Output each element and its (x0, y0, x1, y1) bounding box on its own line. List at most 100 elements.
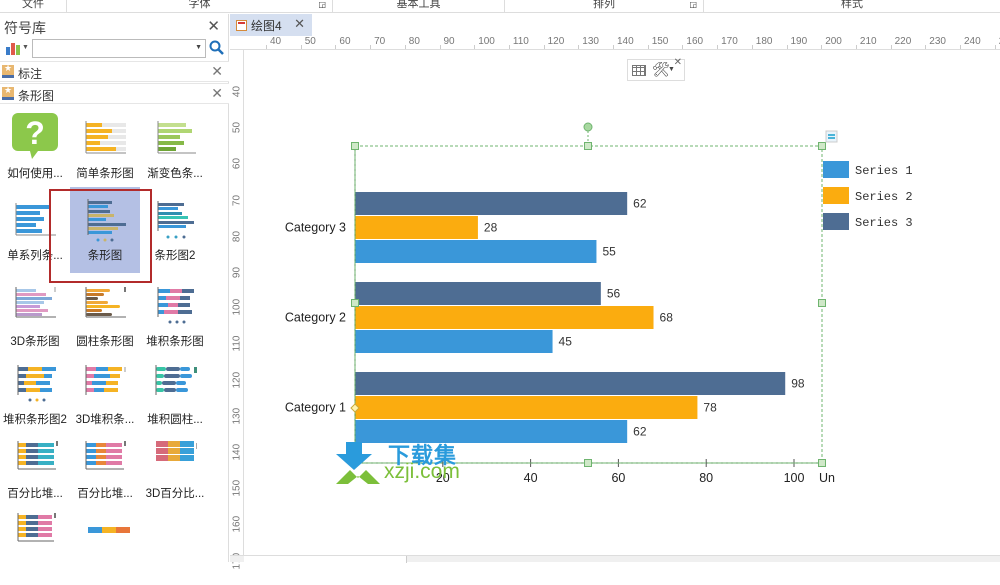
ribbon-group-style[interactable]: 样式 (704, 0, 1000, 12)
ruler-tick-label: 120 (231, 371, 243, 389)
horizontal-scrollbar[interactable] (230, 555, 1000, 563)
shape-label: 堆积条形图 (146, 336, 204, 348)
ruler-tick-label: 170 (721, 36, 738, 47)
library-category-bar-chart[interactable]: 条形图 ✕ (0, 83, 229, 104)
ruler-tick-label: 130 (231, 407, 243, 425)
single-stacked-bar-thumbnail (88, 527, 130, 533)
chevron-down-icon[interactable]: ▼ (22, 44, 29, 51)
gradient-bar-chart-thumbnail (157, 121, 196, 154)
ruler-tick (578, 45, 580, 49)
ruler-tick (890, 45, 892, 49)
ribbon-group-label: 排列 (593, 0, 615, 10)
3d-bar-chart-thumbnail (15, 287, 56, 318)
close-panel-button[interactable]: ✕ (207, 17, 220, 35)
shape-how-to-use[interactable]: ? 如何使用... (0, 105, 70, 191)
symbol-library-panel: 符号库 ✕ ▼ ▼ 标注 ✕ 条形图 ✕ ? 如何使用... 简单条形图 渐变色… (0, 14, 229, 562)
ruler-tick (682, 45, 684, 49)
shape-label: 条形图 (87, 250, 123, 262)
shape-label: 圆柱条形图 (76, 336, 134, 348)
ruler-tick-label: 160 (686, 36, 704, 47)
ruler-tick (821, 45, 823, 49)
ruler-tick-label: 150 (651, 36, 669, 47)
stacked-bar-chart-thumbnail (157, 287, 194, 324)
shape-3d-percent-stacked-bar-chart[interactable]: 3D百分比... (140, 425, 210, 511)
search-field[interactable]: ▼ (32, 39, 206, 58)
ruler-tick-label: 90 (231, 266, 243, 279)
ruler-tick-label: 50 (231, 122, 243, 134)
library-category-annotation[interactable]: 标注 ✕ (0, 61, 229, 82)
ribbon-group-basic-tools[interactable]: 基本工具 (333, 0, 505, 12)
shape-simple-bar-chart[interactable]: 简单条形图 (70, 105, 140, 191)
shape-single-series-bar-chart[interactable]: 单系列条... (0, 187, 70, 273)
ruler-tick (647, 45, 649, 49)
search-icon[interactable] (208, 39, 226, 57)
3d-percent-stacked-bar-chart-thumbnail (156, 441, 197, 461)
ribbon-group-label: 文件 (22, 0, 44, 10)
ribbon-group-arrange[interactable]: 排列 ◲ (505, 0, 704, 12)
library-category-label: 条形图 (18, 89, 55, 103)
search-input[interactable] (33, 40, 183, 57)
ruler-tick-label: 150 (231, 480, 243, 497)
ribbon-group-label: 样式 (841, 0, 863, 10)
chevron-down-icon[interactable]: ▼ (195, 44, 202, 51)
floating-chart-toolbar: 🛠 ▼ ✕ (627, 57, 685, 81)
simple-bar-chart-thumbnail (85, 121, 126, 154)
dialog-launcher-icon[interactable]: ◲ (318, 0, 326, 9)
svg-text:?: ? (25, 115, 45, 151)
shape-label: 3D条形图 (10, 336, 60, 348)
shape-bar-chart[interactable]: 条形图 (70, 187, 140, 273)
tab-drawing-4[interactable]: 绘图4 ✕ (230, 14, 312, 36)
shape-3d-bar-chart[interactable]: 3D条形图 (0, 273, 70, 359)
drawing-canvas[interactable] (245, 51, 1000, 554)
percent-stacked-bar-chart-thumbnail (17, 441, 58, 470)
ribbon-group-font[interactable]: 字体 ◲ (67, 0, 333, 12)
bar-chart-2-thumbnail (157, 201, 194, 239)
shape-bar-chart-2[interactable]: 条形图2 (140, 187, 210, 273)
ruler-tick-label: 80 (231, 230, 243, 242)
ribbon-group-file[interactable]: 文件 (0, 0, 67, 12)
dialog-launcher-icon[interactable]: ◲ (689, 0, 697, 9)
ruler-tick-label: 160 (231, 516, 243, 533)
ruler-tick-label: 140 (617, 36, 634, 47)
cylinder-bar-chart-thumbnail (85, 287, 126, 318)
horizontal-ruler: 40 50 60 70 80 90 100 110 120 130 140 150 160 170 180 1… (230, 36, 1000, 50)
ruler-tick-label: 80 (408, 36, 420, 47)
ruler-tick-label: 220 (894, 36, 912, 47)
close-icon[interactable]: ✕ (674, 57, 682, 68)
ribbon-group-label: 字体 (188, 0, 211, 10)
shape-label: 渐变色条... (147, 168, 203, 180)
ruler-tick-label: 140 (231, 443, 243, 461)
ruler-tick-label: 60 (339, 36, 351, 47)
ruler-tick (508, 45, 510, 49)
tab-label: 绘图4 (251, 18, 282, 33)
3d-stacked-bar-chart-thumbnail (85, 365, 126, 395)
close-tab-icon[interactable]: ✕ (294, 16, 305, 32)
shape-stacked-bar-chart[interactable]: 堆积条形图 (140, 273, 210, 359)
ruler-tick-label: 90 (443, 36, 455, 47)
single-series-bar-chart-thumbnail (15, 203, 56, 236)
ruler-tick (994, 45, 996, 49)
table-icon[interactable] (632, 65, 646, 76)
ruler-tick-label: 70 (231, 194, 243, 206)
library-star-icon (2, 63, 14, 78)
close-icon[interactable]: ✕ (211, 63, 223, 80)
shape-label: 3D百分比... (145, 488, 205, 500)
help-question-icon: ? (12, 113, 58, 159)
shape-gradient-bar-chart[interactable]: 渐变色条... (140, 105, 210, 191)
ruler-tick-label: 60 (231, 158, 243, 170)
library-books-icon[interactable] (6, 42, 20, 55)
library-search-row: ▼ ▼ (2, 38, 227, 60)
shape-single-stacked-bar[interactable] (70, 499, 140, 585)
shape-cylinder-bar-chart[interactable]: 圆柱条形图 (70, 273, 140, 359)
ruler-tick-label: 110 (231, 335, 243, 352)
ruler-tick (543, 45, 545, 49)
ruler-tick (404, 45, 406, 49)
ruler-tick (300, 45, 302, 49)
ruler-tick-label: 210 (859, 36, 877, 47)
shape-label: 单系列条... (7, 250, 63, 262)
ribbon-group-label: 基本工具 (396, 0, 441, 10)
ruler-tick (370, 45, 372, 49)
close-icon[interactable]: ✕ (211, 85, 223, 102)
shape-stacked-bar-variant[interactable] (0, 499, 70, 585)
ruler-tick (613, 45, 614, 49)
